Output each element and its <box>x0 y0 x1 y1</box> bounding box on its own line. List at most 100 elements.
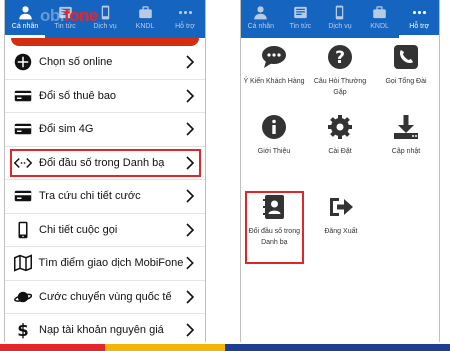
menu-item-label: Nạp tài khoản nguyên giá <box>39 324 164 337</box>
tab-kndl[interactable]: KNDL <box>360 0 400 38</box>
grid-item-doi-dau-so-danh-ba[interactable]: Đổi đầu số trong Danh bạ <box>241 188 308 264</box>
tab-tin-tuc[interactable]: Tin tức <box>45 0 85 38</box>
tab-label: Hỗ trợ <box>175 23 195 30</box>
grid-item-cap-nhat[interactable]: Cập nhật <box>373 108 439 178</box>
top-nav-bar: Cá nhân Tin tức Dịch vụ KNDL Hỗ trợ <box>5 0 205 38</box>
contacts-book-icon <box>263 195 285 219</box>
grid-item-label: Câu Hỏi Thường Gặp <box>313 78 367 96</box>
tab-kndl[interactable]: KNDL <box>125 0 165 38</box>
grid-item-label: Đăng Xuất <box>324 228 358 235</box>
grid-item-cai-dat[interactable]: Cài Đặt <box>307 108 373 178</box>
screenshot-stage: Cá nhân Tin tức Dịch vụ KNDL Hỗ trợ obif… <box>0 0 450 351</box>
tab-dich-vu[interactable]: Dịch vụ <box>320 0 360 38</box>
grid-item-dang-xuat[interactable]: Đăng Xuất <box>308 188 375 258</box>
menu-item-label: Chọn số online <box>39 56 113 69</box>
grid-item-label: Cập nhật <box>391 148 421 155</box>
planet-icon <box>14 291 32 302</box>
grid-item-goi-tong-dai[interactable]: Gọi Tổng Đài <box>373 38 439 108</box>
grid-item-label: Giới Thiệu <box>257 148 291 155</box>
menu-item-tim-diem-giao-dich[interactable]: Tìm điểm giao dịch MobiFone <box>5 247 205 281</box>
tab-ho-tro[interactable]: Hỗ trợ <box>399 0 439 38</box>
card-icon <box>14 191 32 202</box>
tab-label: Hỗ trợ <box>409 23 430 30</box>
download-icon <box>394 115 418 139</box>
chevron-right-icon <box>186 122 195 136</box>
tab-label: Dịch vụ <box>93 23 117 30</box>
info-icon <box>262 115 286 139</box>
menu-item-chuyen-vung-quoc-te[interactable]: Cước chuyển vùng quốc tế <box>5 281 205 314</box>
map-icon <box>13 254 32 272</box>
menu-item-label: Đổi đầu số trong Danh bạ <box>39 156 165 169</box>
menu-item-label: Đổi sim 4G <box>39 123 94 136</box>
menu-item-label: Tra cứu chi tiết cước <box>39 190 141 203</box>
phone-icon <box>101 5 109 20</box>
grid-item-label: Ý Kiến Khách Hàng <box>243 78 305 85</box>
svg-text:$: $ <box>17 321 28 339</box>
grid-item-cau-hoi-thuong-gap[interactable]: ? Câu Hỏi Thường Gặp <box>307 38 373 108</box>
menu-item-label: Tìm điểm giao dịch MobiFone <box>38 257 184 270</box>
grid-item-y-kien-khach-hang[interactable]: Ý Kiến Khách Hàng <box>241 38 307 108</box>
phone-call-icon <box>394 45 418 69</box>
grid-item-label: Cài Đặt <box>328 148 352 155</box>
chevron-right-icon <box>186 55 195 69</box>
plus-circle-icon <box>14 54 32 71</box>
menu-item-label: Cước chuyển vùng quốc tế <box>39 290 172 303</box>
tab-label: KNDL <box>370 23 389 30</box>
tab-label: Dịch vụ <box>328 23 352 30</box>
left-phone-screen: Cá nhân Tin tức Dịch vụ KNDL Hỗ trợ obif… <box>4 0 206 342</box>
grid-item-label: Gọi Tổng Đài <box>385 78 427 85</box>
tab-label: Tin tức <box>289 23 312 30</box>
brand-color-bar <box>0 344 450 351</box>
gear-icon <box>328 115 352 139</box>
menu-item-label: Chi tiết cuộc gọi <box>39 223 118 236</box>
tab-ca-nhan[interactable]: Cá nhân <box>241 0 281 38</box>
top-nav-bar: Cá nhân Tin tức Dịch vụ KNDL Hỗ trợ <box>241 0 439 38</box>
right-phone-screen: Cá nhân Tin tức Dịch vụ KNDL Hỗ trợ Ý Ki… <box>240 0 440 342</box>
dollar-icon: $ <box>17 321 28 339</box>
briefcase-icon <box>138 6 152 19</box>
header-accent-strip <box>11 38 199 46</box>
chevron-right-icon <box>186 89 195 103</box>
tab-dich-vu[interactable]: Dịch vụ <box>85 0 125 38</box>
menu-item-nap-tai-khoan[interactable]: $ Nạp tài khoản nguyên giá <box>5 314 205 342</box>
news-icon <box>294 6 307 19</box>
tab-tin-tuc[interactable]: Tin tức <box>281 0 321 38</box>
chevron-right-icon <box>186 256 195 270</box>
chevron-right-icon <box>186 189 195 203</box>
feature-menu-list: Chọn số online Đổi số thuê bao Đổi sim 4… <box>5 46 205 342</box>
more-icon <box>412 10 426 15</box>
menu-item-doi-so-thue-bao[interactable]: Đổi số thuê bao <box>5 80 205 113</box>
svg-text:?: ? <box>335 48 345 68</box>
tab-label: Cá nhân <box>11 23 39 30</box>
chevron-right-icon <box>186 323 195 337</box>
menu-item-chi-tiet-cuoc-goi[interactable]: Chi tiết cuộc gọi <box>5 214 205 247</box>
chevron-right-icon <box>186 156 195 170</box>
tab-label: Tin tức <box>54 23 76 30</box>
chevron-right-icon <box>186 290 195 304</box>
grid-item-label: Đổi đầu số trong Danh bạ <box>248 228 300 246</box>
grid-item-gioi-thieu[interactable]: Giới Thiệu <box>241 108 307 178</box>
tab-ca-nhan[interactable]: Cá nhân <box>5 0 45 38</box>
news-icon <box>58 6 72 19</box>
menu-item-tra-cuu-cuoc[interactable]: Tra cứu chi tiết cước <box>5 180 205 214</box>
tab-label: KNDL <box>135 23 155 30</box>
support-grid: Ý Kiến Khách Hàng ? Câu Hỏi Thường Gặp G… <box>241 38 439 264</box>
question-icon: ? <box>328 45 352 69</box>
tab-ho-tro[interactable]: Hỗ trợ <box>165 0 205 38</box>
tab-label: Cá nhân <box>247 23 275 30</box>
briefcase-icon <box>373 6 386 19</box>
logout-icon <box>329 198 353 216</box>
card-icon <box>14 90 32 101</box>
person-icon <box>254 6 268 20</box>
menu-item-chon-so-online[interactable]: Chọn số online <box>5 46 205 80</box>
chat-icon <box>262 46 286 68</box>
menu-item-doi-sim-4g[interactable]: Đổi sim 4G <box>5 113 205 147</box>
mobile-icon <box>18 221 28 238</box>
phone-icon <box>336 5 344 20</box>
card-icon <box>14 124 32 135</box>
menu-item-label: Đổi số thuê bao <box>39 89 117 102</box>
code-arrows-icon <box>14 157 32 168</box>
menu-item-doi-dau-so-danh-ba[interactable]: Đổi đầu số trong Danh bạ <box>5 147 205 180</box>
more-icon <box>178 10 192 15</box>
chevron-right-icon <box>186 223 195 237</box>
